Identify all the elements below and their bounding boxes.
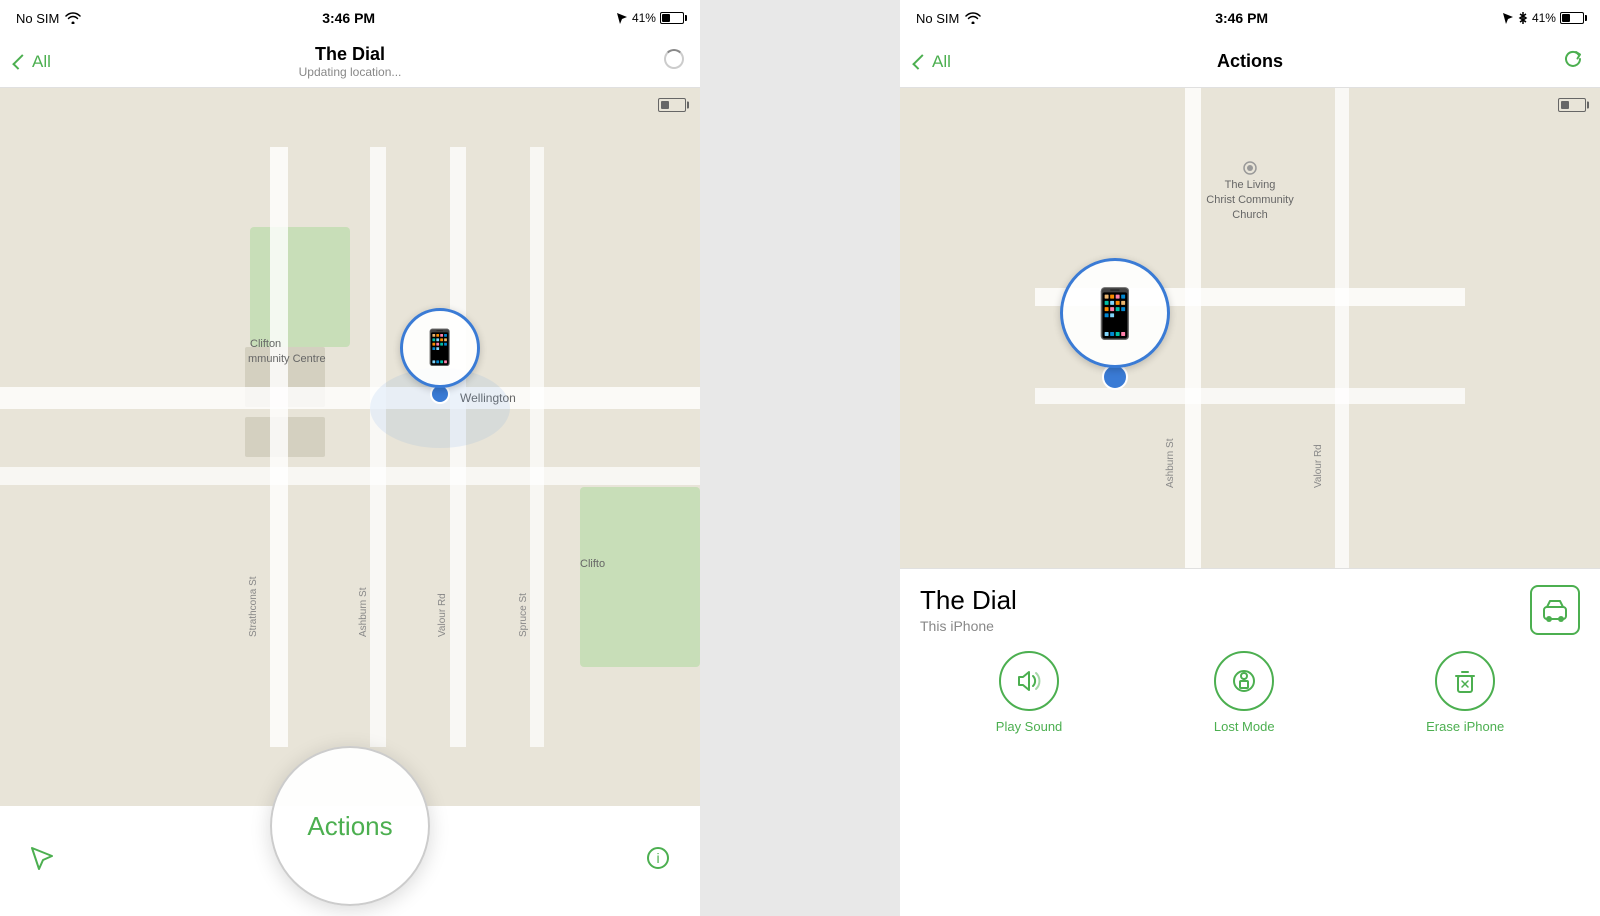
no-sim-label-1: No SIM <box>16 11 59 26</box>
svg-text:Christ Community: Christ Community <box>1206 194 1294 206</box>
nav-spinner-1 <box>664 49 684 74</box>
back-label-2: All <box>932 52 951 72</box>
lost-mode-icon <box>1230 667 1258 695</box>
wifi-icon-2 <box>965 12 981 24</box>
phone-icon-2: 📱 <box>1085 285 1145 342</box>
map-svg-2: Ashburn St Valour Rd The Living Christ C… <box>900 88 1600 568</box>
play-sound-icon-circle <box>999 651 1059 711</box>
info-btn-1[interactable]: i <box>646 846 670 876</box>
svg-text:Clifton: Clifton <box>250 338 281 350</box>
nav-title-2: Actions <box>1217 51 1283 72</box>
bottom-bar-1: Actions i <box>0 806 700 916</box>
status-bar-2: No SIM 3:46 PM 41% <box>900 0 1600 36</box>
arrow-icon-1 <box>30 846 54 870</box>
bluetooth-icon-2 <box>1518 11 1528 25</box>
back-button-2[interactable]: All <box>916 52 951 72</box>
battery-pct-2: 41% <box>1532 11 1556 25</box>
battery-icon-2 <box>1560 12 1584 24</box>
device-pin-2: 📱 <box>1060 258 1170 390</box>
svg-text:Church: Church <box>1232 209 1267 221</box>
map-area-1[interactable]: Wellington Strathcona St Ashburn St Valo… <box>0 88 700 806</box>
svg-text:Valour Rd: Valour Rd <box>437 593 448 637</box>
device-pin-1: 📱 <box>400 308 480 404</box>
chevron-icon-1 <box>12 54 28 70</box>
nav-main-title-2: Actions <box>1217 51 1283 72</box>
phone-icon-1: 📱 <box>419 328 461 368</box>
svg-text:Ashburn St: Ashburn St <box>1165 438 1176 488</box>
erase-icon <box>1451 667 1479 695</box>
car-icon <box>1542 597 1568 623</box>
map-area-2[interactable]: Ashburn St Valour Rd The Living Christ C… <box>900 88 1600 568</box>
directions-button[interactable] <box>1530 585 1580 635</box>
nav-main-title-1: The Dial <box>299 44 402 65</box>
wifi-icon-1 <box>65 12 81 24</box>
status-time-2: 3:46 PM <box>1215 10 1268 26</box>
chevron-icon-2 <box>912 54 928 70</box>
svg-text:Strathcona St: Strathcona St <box>248 576 259 637</box>
device-type-label: This iPhone <box>920 618 1017 634</box>
lost-mode-icon-circle <box>1214 651 1274 711</box>
info-icon-1: i <box>646 846 670 870</box>
map-svg-1: Wellington Strathcona St Ashburn St Valo… <box>0 88 700 806</box>
device-info-panel: The Dial This iPhone <box>900 568 1600 752</box>
svg-text:Clifto: Clifto <box>580 558 605 570</box>
lost-mode-button[interactable]: Lost Mode <box>1214 651 1275 734</box>
svg-text:Spruce St: Spruce St <box>518 593 529 637</box>
actions-button-1[interactable]: Actions <box>270 746 430 906</box>
svg-text:Valour Rd: Valour Rd <box>1313 444 1324 488</box>
nav-title-1: The Dial Updating location... <box>299 44 402 79</box>
location-icon-1 <box>616 12 628 24</box>
location-arrow-btn-1[interactable] <box>30 846 54 876</box>
device-info-text: The Dial This iPhone <box>920 585 1017 634</box>
actions-row: Play Sound Lost Mode <box>920 635 1580 742</box>
screen1: No SIM 3:46 PM 41% All <box>0 0 700 916</box>
location-icon-2 <box>1502 12 1514 24</box>
actions-label-1: Actions <box>307 811 392 842</box>
erase-iphone-label: Erase iPhone <box>1426 719 1504 734</box>
nav-subtitle-1: Updating location... <box>299 65 402 79</box>
nav-bar-1: All The Dial Updating location... <box>0 36 700 88</box>
map-battery-1 <box>658 98 686 112</box>
play-sound-label: Play Sound <box>996 719 1063 734</box>
device-name-label: The Dial <box>920 585 1017 616</box>
status-left-1: No SIM <box>16 11 81 26</box>
erase-icon-circle <box>1435 651 1495 711</box>
map-battery-2 <box>1558 98 1586 112</box>
lost-mode-label: Lost Mode <box>1214 719 1275 734</box>
svg-text:i: i <box>656 850 659 866</box>
back-label-1: All <box>32 52 51 72</box>
spacer <box>700 0 900 916</box>
battery-icon-1 <box>660 12 684 24</box>
screen2: No SIM 3:46 PM 41% <box>900 0 1600 916</box>
back-button-1[interactable]: All <box>16 52 51 72</box>
sound-icon <box>1015 667 1043 695</box>
loading-spinner-1 <box>664 49 684 69</box>
battery-pct-1: 41% <box>632 11 656 25</box>
refresh-btn-2[interactable] <box>1562 48 1584 76</box>
erase-iphone-button[interactable]: Erase iPhone <box>1426 651 1504 734</box>
refresh-icon-2 <box>1562 48 1584 70</box>
svg-text:Ashburn St: Ashburn St <box>358 587 369 637</box>
play-sound-button[interactable]: Play Sound <box>996 651 1063 734</box>
device-circle-2: 📱 <box>1060 258 1170 368</box>
status-right-1: 41% <box>616 11 684 25</box>
nav-bar-2: All Actions <box>900 36 1600 88</box>
device-circle-1: 📱 <box>400 308 480 388</box>
svg-text:The Living: The Living <box>1225 179 1276 191</box>
status-right-2: 41% <box>1502 11 1584 25</box>
device-name-row: The Dial This iPhone <box>920 585 1580 635</box>
status-time-1: 3:46 PM <box>322 10 375 26</box>
status-left-2: No SIM <box>916 11 981 26</box>
status-bar-1: No SIM 3:46 PM 41% <box>0 0 700 36</box>
svg-text:mmunity Centre: mmunity Centre <box>248 353 326 365</box>
no-sim-label-2: No SIM <box>916 11 959 26</box>
